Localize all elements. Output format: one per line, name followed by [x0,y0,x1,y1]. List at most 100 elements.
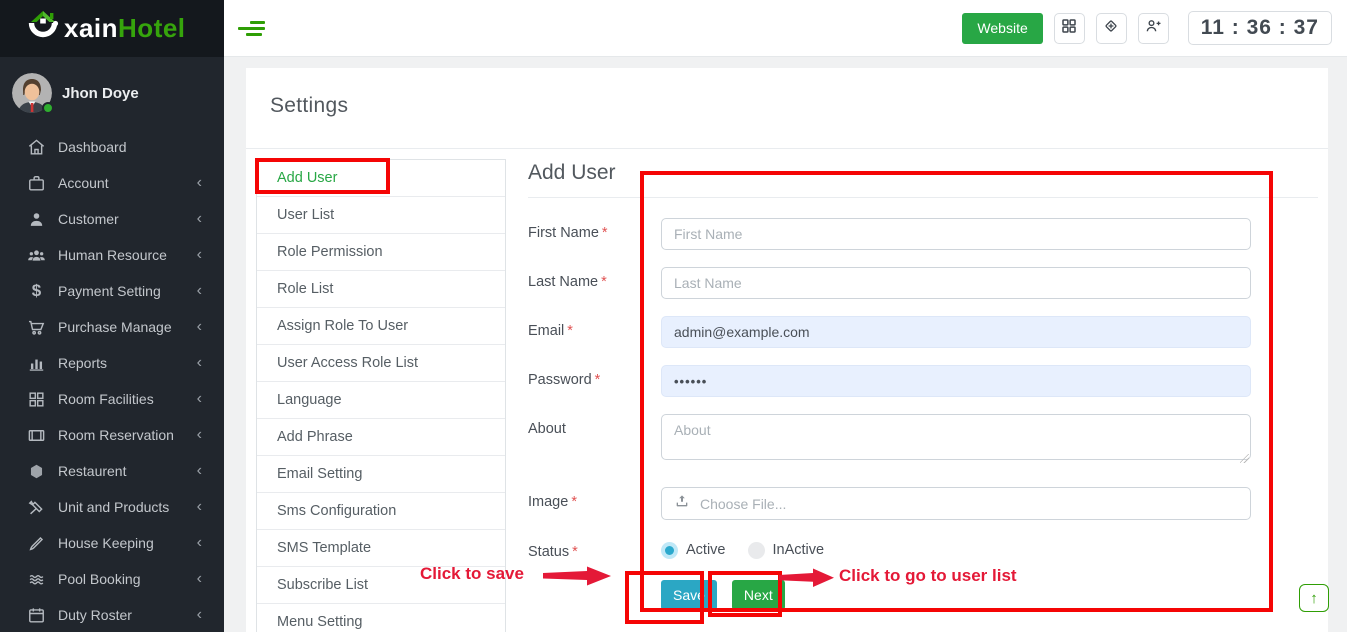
app-logo[interactable]: xainHotel [0,0,224,57]
dashboard-grid-button[interactable] [1054,13,1085,44]
grid-icon [1060,17,1078,40]
chevron-left-icon: ‹ [197,463,202,479]
grid-icon [27,390,46,409]
status-row: Status* Active InActive [528,537,1318,560]
password-input[interactable] [661,365,1251,397]
tab-role-list[interactable]: Role List [257,271,505,308]
next-button[interactable]: Next [732,580,785,610]
chevron-left-icon: ‹ [197,391,202,407]
required-asterisk: * [567,323,573,339]
brush-icon [27,534,46,553]
sidebar-item-room-reservation[interactable]: Room Reservation ‹ [0,417,224,453]
sidebar-item-restaurent[interactable]: Restaurent ‹ [0,453,224,489]
tab-user-list[interactable]: User List [257,197,505,234]
arrow-up-icon: ↑ [1310,590,1318,607]
sidebar-item-house-keeping[interactable]: House Keeping ‹ [0,525,224,561]
settings-card: Settings Add User User List Role Permiss… [246,68,1328,632]
screen-icon [27,426,46,445]
main-content: Settings Add User User List Role Permiss… [224,57,1347,632]
tab-assign-role-to-user[interactable]: Assign Role To User [257,308,505,345]
password-label: Password* [528,365,661,397]
annotation-click-to-user-list: Click to go to user list [839,566,1017,586]
clock-display: 11 : 36 : 37 [1188,11,1332,45]
app-title: xainHotel [64,13,186,44]
chevron-left-icon: ‹ [197,283,202,299]
last-name-label: Last Name* [528,267,661,299]
chevron-left-icon: ‹ [197,355,202,371]
settings-tab-list: Add User User List Role Permission Role … [256,159,506,632]
sidebar-item-human-resource[interactable]: Human Resource ‹ [0,237,224,273]
avatar [12,73,52,113]
hotel-logo-icon [24,7,62,50]
sidebar-item-room-facilities[interactable]: Room Facilities ‹ [0,381,224,417]
required-asterisk: * [571,494,577,510]
chevron-left-icon: ‹ [197,535,202,551]
email-input[interactable] [661,316,1251,348]
image-row: Image* Choose File... [528,487,1318,520]
file-placeholder: Choose File... [700,496,786,512]
required-asterisk: * [602,225,608,241]
website-button[interactable]: Website [962,13,1042,44]
add-user-form: Add User First Name* Last Name* Email* P… [528,159,1318,632]
save-button[interactable]: Save [661,580,717,610]
chevron-left-icon: ‹ [197,247,202,263]
sidebar-item-purchase-manage[interactable]: Purchase Manage ‹ [0,309,224,345]
sidebar-item-unit-and-products[interactable]: Unit and Products ‹ [0,489,224,525]
status-radio-inactive[interactable] [748,542,765,559]
navigation-button[interactable] [1096,13,1127,44]
status-radio-active[interactable] [661,542,678,559]
card-header: Settings [246,68,1328,149]
required-asterisk: * [601,274,607,290]
last-name-input[interactable] [661,267,1251,299]
sidebar-item-pool-booking[interactable]: Pool Booking ‹ [0,561,224,597]
image-label: Image* [528,487,661,520]
dollar-icon: $ [27,282,46,301]
tab-user-access-role-list[interactable]: User Access Role List [257,345,505,382]
annotation-arrow-next [779,567,835,589]
upload-icon [674,493,690,514]
sidebar-item-customer[interactable]: Customer ‹ [0,201,224,237]
last-name-row: Last Name* [528,267,1318,299]
add-user-button[interactable] [1138,13,1169,44]
sidebar-item-reports[interactable]: Reports ‹ [0,345,224,381]
hexagon-icon [27,462,46,481]
topbar: Website 11 : 36 : 37 [224,0,1347,57]
tab-sms-configuration[interactable]: Sms Configuration [257,493,505,530]
status-active-label: Active [686,542,726,558]
people-icon [27,246,46,265]
online-status-dot [42,102,54,114]
sidebar-item-dashboard[interactable]: Dashboard [0,129,224,165]
menu-toggle-icon[interactable] [238,21,265,36]
sidebar-item-payment-setting[interactable]: $ Payment Setting ‹ [0,273,224,309]
status-label: Status* [528,537,661,560]
bar-chart-icon [27,354,46,373]
choose-file-input[interactable]: Choose File... [661,487,1251,520]
tab-menu-setting[interactable]: Menu Setting [257,604,505,632]
briefcase-icon [27,174,46,193]
profile-name: Jhon Doye [62,85,139,102]
first-name-input[interactable] [661,218,1251,250]
about-row: About [528,414,1318,465]
chevron-left-icon: ‹ [197,499,202,515]
chevron-left-icon: ‹ [197,319,202,335]
chevron-left-icon: ‹ [197,175,202,191]
diamond-cross-icon [1102,17,1120,40]
tab-role-permission[interactable]: Role Permission [257,234,505,271]
about-label: About [528,414,661,465]
scroll-to-top-button[interactable]: ↑ [1299,584,1329,612]
tab-add-user[interactable]: Add User [257,160,505,197]
person-icon [27,210,46,229]
first-name-label: First Name* [528,218,661,250]
sidebar-item-account[interactable]: Account ‹ [0,165,224,201]
tab-sms-template[interactable]: SMS Template [257,530,505,567]
first-name-row: First Name* [528,218,1318,250]
tab-add-phrase[interactable]: Add Phrase [257,419,505,456]
user-profile[interactable]: Jhon Doye [0,57,224,127]
home-icon [27,138,46,157]
sidebar-item-duty-roster[interactable]: Duty Roster ‹ [0,597,224,632]
required-asterisk: * [572,544,578,560]
about-textarea[interactable] [661,414,1251,460]
chevron-left-icon: ‹ [197,211,202,227]
tab-language[interactable]: Language [257,382,505,419]
tab-email-setting[interactable]: Email Setting [257,456,505,493]
